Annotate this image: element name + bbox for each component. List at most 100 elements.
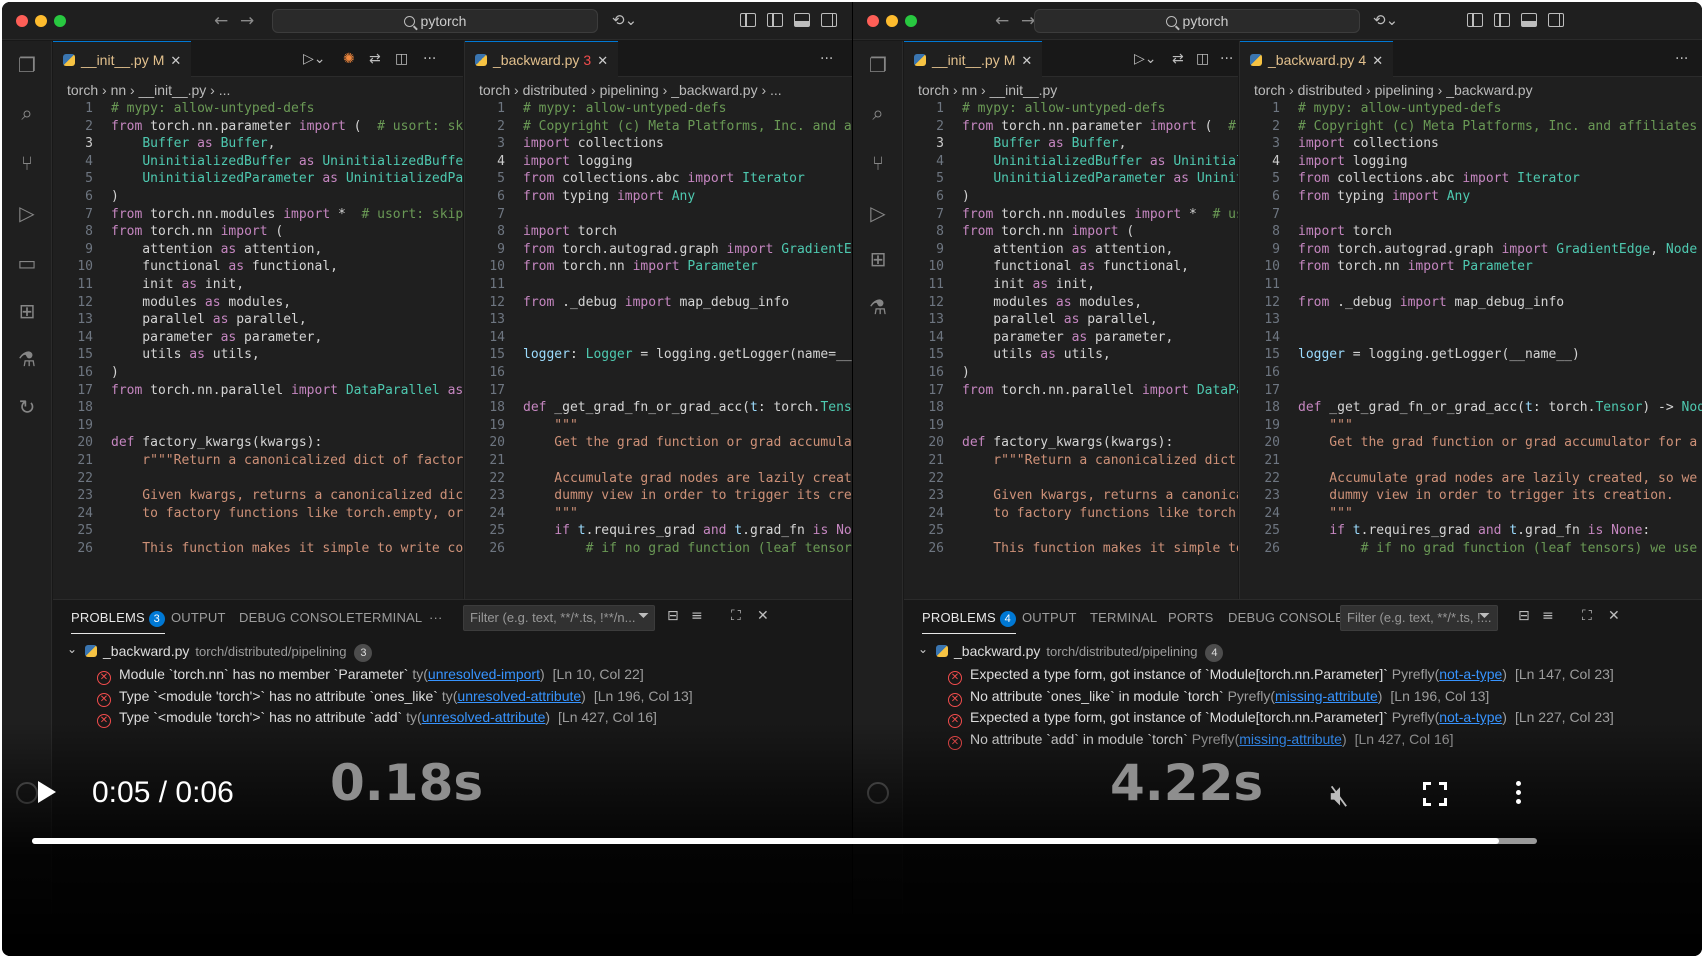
back-arrow-icon[interactable]: ← (995, 11, 1009, 31)
more-options-icon[interactable] (1516, 781, 1522, 808)
problem-item[interactable]: ✕ Module `torch.nn` has no member `Parame… (97, 666, 852, 688)
code-line[interactable]: 26 This function makes it simple to writ… (53, 540, 463, 558)
code-line[interactable]: 18 def _get_grad_fn_or_grad_acc(t: torch.… (465, 399, 852, 417)
extensions-icon[interactable]: ⊞ (866, 247, 890, 271)
run-icon[interactable]: ▷⌄ (303, 51, 326, 67)
close-tab-icon[interactable]: ✕ (170, 54, 181, 69)
code-line[interactable]: 13 (1240, 311, 1702, 329)
tab-terminal[interactable]: TERMINAL (1090, 610, 1157, 625)
code-line[interactable]: 3 import collections (1240, 135, 1702, 153)
maximize-window-button[interactable] (54, 15, 66, 27)
code-line[interactable]: 1 # mypy: allow-untyped-defs (53, 100, 463, 118)
code-line[interactable]: 15 logger = logging.getLogger(__name__) (1240, 346, 1702, 364)
maximize-window-button[interactable] (905, 15, 917, 27)
maximize-panel-icon[interactable]: ⛶ (1582, 608, 1592, 624)
problem-rule-link[interactable]: missing-attribute (1275, 688, 1378, 704)
problems-filter-input[interactable]: Filter (e.g. text, **/*.ts, !**/n... (463, 605, 655, 631)
code-line[interactable]: 13 (465, 311, 852, 329)
code-line[interactable]: 4 import logging (465, 153, 852, 171)
copilot-chat-icon[interactable]: ⟲⌄ (1373, 11, 1398, 29)
code-line[interactable]: 20 def factory_kwargs(kwargs): (53, 434, 463, 452)
tab-problems[interactable]: PROBLEMS 3 (71, 610, 165, 634)
command-center-search[interactable]: pytorch (272, 9, 598, 33)
code-line[interactable]: 19 (53, 417, 463, 435)
filter-icon[interactable]: ⏷ (1479, 608, 1490, 624)
code-line[interactable]: 18 (53, 399, 463, 417)
tab-output[interactable]: OUTPUT (171, 610, 226, 625)
code-line[interactable]: 18 def _get_grad_fn_or_grad_acc(t: torch.… (1240, 399, 1702, 417)
toggle-sidebar-icon[interactable] (767, 13, 783, 27)
run-debug-icon[interactable]: ▷ (866, 201, 890, 225)
collapse-all-icon[interactable]: ⊟ (667, 608, 679, 624)
back-arrow-icon[interactable]: ← (214, 11, 228, 31)
code-line[interactable]: 2 # Copyright (c) Meta Platforms, Inc. an… (465, 118, 852, 136)
close-tab-icon[interactable]: ✕ (1021, 54, 1032, 69)
problem-item[interactable]: ✕ Expected a type form, got instance of `… (948, 666, 1702, 688)
view-as-list-icon[interactable]: ≡ (1542, 608, 1554, 624)
tab-init-py[interactable]: __init__.py M ✕ (904, 41, 1043, 77)
close-panel-icon[interactable]: ✕ (757, 608, 769, 624)
code-line[interactable]: 9 attention as attention, (53, 241, 463, 259)
more-actions-icon[interactable]: ··· (1675, 51, 1688, 67)
code-line[interactable]: 5 from collections.abc import Iterator (465, 170, 852, 188)
spark-icon[interactable]: ✺ (343, 51, 355, 67)
code-line[interactable]: 19 """ (465, 417, 852, 435)
problems-file-group[interactable]: ⌄ _backward.py torch/distributed/pipelini… (53, 641, 852, 663)
chevron-down-icon[interactable]: ⌄ (918, 642, 928, 656)
problem-rule-link[interactable]: unresolved-import (428, 666, 540, 682)
video-progress-bar[interactable] (32, 838, 1537, 844)
code-line[interactable]: 1 # mypy: allow-untyped-defs (465, 100, 852, 118)
run-icon[interactable]: ▷⌄ (1134, 51, 1157, 67)
code-line[interactable]: 24 """ (465, 505, 852, 523)
code-line[interactable]: 20 Get the grad function or grad accumul… (465, 434, 852, 452)
search-icon[interactable]: ⌕ (15, 101, 39, 125)
code-line[interactable]: 13 parallel as parallel, (53, 311, 463, 329)
code-line[interactable]: 16) (904, 364, 1238, 382)
close-window-button[interactable] (867, 15, 879, 27)
problem-item[interactable]: ✕ Type `<module 'torch'>` has no attribut… (97, 688, 852, 710)
forward-arrow-icon[interactable]: → (240, 11, 254, 31)
code-line[interactable]: 19 """ (1240, 417, 1702, 435)
tab-backward-py[interactable]: _backward.py 4 ✕ (1240, 41, 1394, 77)
code-line[interactable]: 10 from torch.nn import Parameter (1240, 258, 1702, 276)
more-actions-icon[interactable]: ··· (820, 51, 833, 67)
code-line[interactable]: 8 import torch (1240, 223, 1702, 241)
code-line[interactable]: 20 def factory_kwargs(kwargs): (904, 434, 1238, 452)
code-line[interactable]: 9 attention as attention, (904, 241, 1238, 259)
code-line[interactable]: 7 (1240, 206, 1702, 224)
tab-ports[interactable]: PORTS (1168, 610, 1214, 625)
code-line[interactable]: 10 functional as functional, (904, 258, 1238, 276)
tab-problems[interactable]: PROBLEMS 4 (922, 610, 1016, 634)
maximize-panel-icon[interactable]: ⛶ (731, 608, 741, 624)
testing-icon[interactable]: ⚗ (866, 295, 890, 319)
code-line[interactable]: 5 UninitializedParameter as Uninitialize… (53, 170, 463, 188)
code-line[interactable]: 22 Accumulate grad nodes are lazily crea… (465, 470, 852, 488)
problem-rule-link[interactable]: unresolved-attribute (457, 688, 581, 704)
problem-rule-link[interactable]: not-a-type (1439, 666, 1502, 682)
code-line[interactable]: 6) (53, 188, 463, 206)
panel-more-tabs[interactable]: ··· (429, 610, 443, 625)
code-line[interactable]: 14 (1240, 329, 1702, 347)
code-line[interactable]: 6) (904, 188, 1238, 206)
minimize-window-button[interactable] (35, 15, 47, 27)
tab-terminal[interactable]: TERMINAL (355, 610, 422, 625)
code-line[interactable]: 25 (904, 522, 1238, 540)
tab-backward-py[interactable]: _backward.py 3 ✕ (465, 41, 619, 77)
code-line[interactable]: 17 from torch.nn.parallel import DataPara… (53, 382, 463, 400)
code-line[interactable]: 22 Accumulate grad nodes are lazily crea… (1240, 470, 1702, 488)
tab-output[interactable]: OUTPUT (1022, 610, 1077, 625)
code-line[interactable]: 7 (465, 206, 852, 224)
tab-init-py[interactable]: __init__.py M ✕ (53, 41, 192, 77)
code-line[interactable]: 23 Given kwargs, returns a canonicalized… (904, 487, 1238, 505)
code-line[interactable]: 24 to factory functions like torch.empty… (53, 505, 463, 523)
toggle-panel-icon[interactable] (794, 13, 810, 27)
code-line[interactable]: 16 (1240, 364, 1702, 382)
mute-icon[interactable]: 🔇︎ (1330, 778, 1349, 813)
code-line[interactable]: 19 (904, 417, 1238, 435)
code-line[interactable]: 3 Buffer as Buffer, (904, 135, 1238, 153)
code-area[interactable]: 1 # mypy: allow-untyped-defs 2 from torch.n… (904, 100, 1238, 599)
code-line[interactable]: 14 (465, 329, 852, 347)
tab-debug-console[interactable]: DEBUG CONSOLE (239, 610, 355, 625)
code-line[interactable]: 10 from torch.nn import Parameter (465, 258, 852, 276)
code-line[interactable]: 15 logger: Logger = logging.getLogger(nam… (465, 346, 852, 364)
